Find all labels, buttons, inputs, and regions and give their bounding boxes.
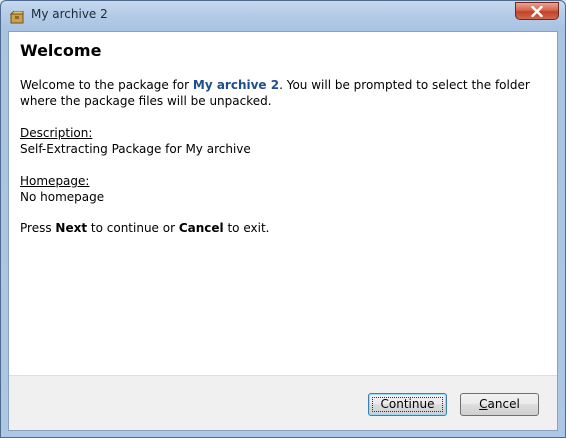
title-bar[interactable]: My archive 2	[1, 1, 565, 29]
press-cancel: Cancel	[178, 221, 224, 235]
cancel-button-label: Cancel	[479, 397, 520, 411]
package-icon	[9, 9, 24, 24]
description-value: Self-Extracting Package for My archive	[20, 142, 251, 156]
homepage-label: Homepage:	[20, 174, 90, 188]
press-next: Next	[55, 221, 88, 235]
close-button[interactable]	[515, 2, 559, 20]
button-bar: Continue Cancel	[9, 375, 557, 430]
intro-prefix: Welcome to the package for	[20, 78, 193, 92]
press-prefix: Press	[20, 221, 56, 235]
installer-window: My archive 2 Welcome Welcome to the pack…	[0, 0, 566, 438]
homepage-value: No homepage	[20, 190, 105, 204]
continue-button-label: Continue	[380, 397, 435, 411]
page-title: Welcome	[20, 41, 102, 60]
welcome-panel: Welcome Welcome to the package for My ar…	[9, 32, 557, 375]
window-title: My archive 2	[31, 7, 108, 21]
cancel-label-rest: ancel	[487, 397, 520, 411]
press-suffix: to exit.	[223, 221, 270, 235]
cancel-accelerator: C	[479, 397, 488, 411]
archive-name: My archive 2	[192, 78, 280, 92]
cancel-button[interactable]: Cancel	[460, 393, 539, 416]
close-icon	[531, 6, 543, 17]
intro-text: Welcome to the package for My archive 2.…	[20, 77, 550, 109]
continue-button[interactable]: Continue	[368, 393, 447, 416]
description-label: Description:	[20, 126, 93, 140]
dialog-client-area: Welcome Welcome to the package for My ar…	[8, 31, 558, 431]
instructions-text: Press Next to continue or Cancel to exit…	[20, 220, 269, 236]
press-middle: to continue or	[87, 221, 179, 235]
